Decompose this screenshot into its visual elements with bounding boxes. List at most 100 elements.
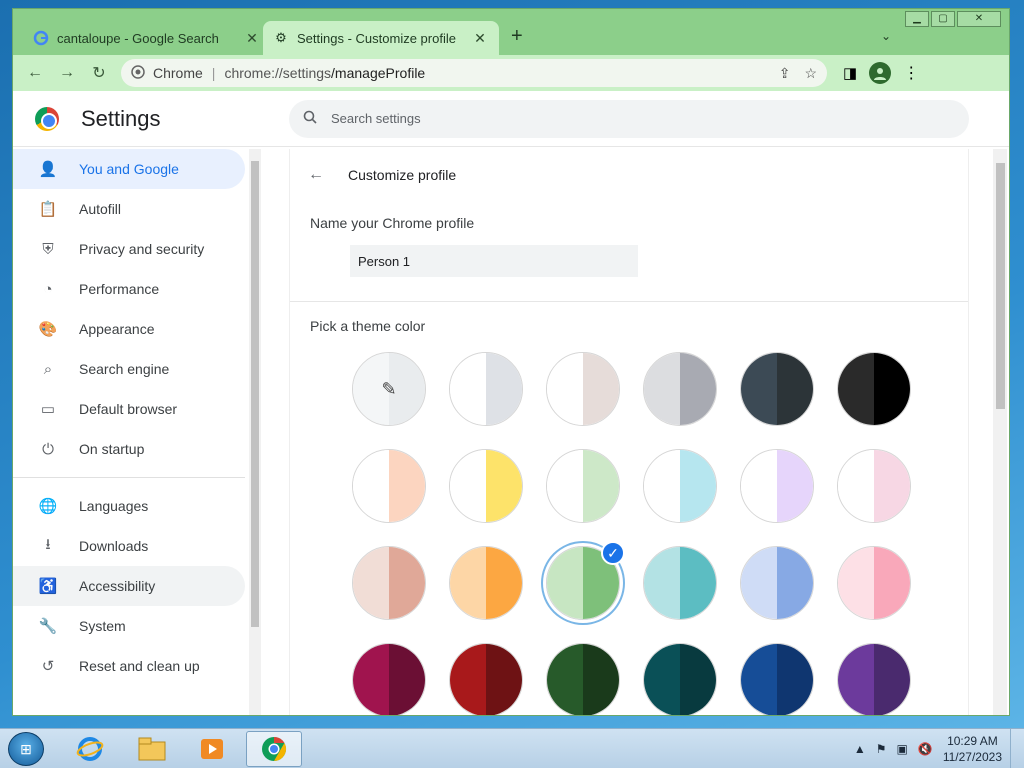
- scrollbar-thumb[interactable]: [996, 163, 1005, 409]
- sidebar-item-you-and-google[interactable]: 👤 You and Google: [13, 149, 245, 189]
- back-arrow-icon[interactable]: ←: [308, 166, 328, 184]
- sidebar-item-languages[interactable]: 🌐 Languages: [13, 486, 245, 526]
- swatch-left-half: [353, 644, 389, 715]
- theme-color-swatch[interactable]: [837, 546, 911, 620]
- theme-color-grid: ✎ ✓: [352, 352, 968, 715]
- swatch-right-half: [583, 450, 619, 522]
- swatch-right-half: [874, 547, 910, 619]
- star-icon[interactable]: ☆: [804, 65, 817, 82]
- reload-icon[interactable]: ↻: [83, 59, 115, 87]
- theme-color-swatch[interactable]: [837, 643, 911, 715]
- sidebar-item-label: Search engine: [79, 361, 170, 377]
- internet-explorer-icon[interactable]: [62, 731, 118, 767]
- eyedropper-icon: ✎: [381, 378, 397, 399]
- browser-window-icon: ▭: [40, 401, 56, 418]
- theme-color-swatch[interactable]: [643, 352, 717, 426]
- content-scrollbar[interactable]: [993, 149, 1007, 715]
- close-icon[interactable]: ✕: [471, 30, 489, 47]
- clock[interactable]: 10:29 AM 11/27/2023: [943, 733, 1002, 765]
- swatch-right-half: [874, 353, 910, 425]
- theme-color-swatch[interactable]: [352, 449, 426, 523]
- new-tab-button[interactable]: +: [511, 25, 523, 48]
- close-icon[interactable]: ✕: [243, 30, 261, 47]
- theme-color-swatch[interactable]: [643, 546, 717, 620]
- sidebar-item-label: Downloads: [79, 538, 149, 554]
- swatch-right-half: [777, 450, 813, 522]
- sidebar-item-accessibility[interactable]: ♿ Accessibility: [13, 566, 245, 606]
- swatch-right-half: [680, 644, 716, 715]
- scrollbar-thumb[interactable]: [251, 161, 259, 627]
- theme-color-swatch[interactable]: [643, 449, 717, 523]
- theme-color-swatch[interactable]: [352, 546, 426, 620]
- tab-settings[interactable]: ⚙ Settings - Customize profile ✕: [263, 21, 499, 55]
- sidebar-item-autofill[interactable]: 📋 Autofill: [13, 189, 245, 229]
- theme-color-swatch[interactable]: ✓: [546, 541, 625, 620]
- subpage-title: Customize profile: [348, 167, 457, 183]
- swatch-right-half: [874, 450, 910, 522]
- theme-color-swatch[interactable]: [837, 449, 911, 523]
- theme-color-swatch[interactable]: [546, 643, 620, 715]
- swatch-right-half: [389, 547, 425, 619]
- start-button[interactable]: ⊞: [8, 732, 44, 766]
- window-controls: ▁ ▢ ✕: [905, 11, 1001, 27]
- sidebar-item-reset[interactable]: ↺ Reset and clean up: [13, 646, 245, 686]
- chevron-up-icon[interactable]: ▲: [854, 742, 866, 756]
- download-icon: ⭳: [45, 535, 51, 553]
- theme-color-swatch[interactable]: [740, 643, 814, 715]
- volume-muted-icon[interactable]: 🔇: [918, 742, 933, 756]
- taskbar: ⊞ ▲ ⚑ ▣ 🔇 10:29 AM 11/27/2023: [0, 728, 1024, 768]
- sidebar-item-default-browser[interactable]: ▭ Default browser: [13, 389, 245, 429]
- theme-color-swatch[interactable]: [449, 643, 523, 715]
- profile-name-input[interactable]: Person 1: [350, 245, 638, 277]
- forward-icon[interactable]: →: [51, 59, 83, 87]
- share-icon[interactable]: ⇪: [779, 65, 791, 82]
- menu-dots-icon[interactable]: ⋮: [903, 63, 919, 83]
- chrome-icon[interactable]: [246, 731, 302, 767]
- clock-date: 11/27/2023: [942, 750, 1002, 764]
- profile-avatar[interactable]: [869, 62, 892, 84]
- chevron-down-icon[interactable]: ⌄: [881, 29, 891, 43]
- sidebar-item-performance[interactable]: ◔ Performance: [13, 269, 245, 309]
- theme-color-swatch[interactable]: [740, 546, 814, 620]
- theme-color-swatch[interactable]: [449, 546, 523, 620]
- theme-color-swatch[interactable]: [740, 449, 814, 523]
- sidebar-item-privacy[interactable]: ⛨ Privacy and security: [13, 229, 245, 269]
- theme-color-swatch[interactable]: [546, 449, 620, 523]
- theme-color-swatch[interactable]: [837, 352, 911, 426]
- sidebar-item-on-startup[interactable]: ⏻ On startup: [13, 429, 245, 469]
- sidebar-item-appearance[interactable]: 🎨 Appearance: [13, 309, 245, 349]
- file-explorer-icon[interactable]: [124, 731, 180, 767]
- network-icon[interactable]: ▣: [897, 742, 908, 756]
- theme-color-swatch[interactable]: [352, 643, 426, 715]
- search-input[interactable]: Search settings: [289, 99, 969, 138]
- maximize-icon[interactable]: ▢: [931, 11, 955, 27]
- minimize-icon[interactable]: ▁: [905, 11, 929, 27]
- media-player-icon[interactable]: [184, 731, 240, 767]
- swatch-right-half: [389, 450, 425, 522]
- sidebar-item-search-engine[interactable]: ⌕ Search engine: [13, 349, 245, 389]
- close-window-icon[interactable]: ✕: [957, 11, 1001, 27]
- custom-color-picker[interactable]: ✎: [352, 352, 426, 426]
- theme-color-swatch[interactable]: [449, 352, 523, 426]
- show-desktop-button[interactable]: [1010, 729, 1024, 768]
- action-center-icon[interactable]: ⚑: [876, 742, 887, 756]
- side-panel-icon[interactable]: ◨: [843, 64, 857, 82]
- swatch-left-half: [838, 547, 874, 619]
- swatch-right-half: [486, 353, 522, 425]
- swatch-right-half: [680, 547, 716, 619]
- sidebar-item-downloads[interactable]: ⭳ Downloads: [13, 526, 245, 566]
- swatch-left-half: [838, 644, 874, 715]
- theme-color-swatch[interactable]: [740, 352, 814, 426]
- theme-color-swatch[interactable]: [546, 352, 620, 426]
- theme-color-swatch[interactable]: [449, 449, 523, 523]
- theme-color-swatch[interactable]: [643, 643, 717, 715]
- address-bar[interactable]: Chrome | chrome://settings /manageProfil…: [121, 59, 827, 87]
- sidebar-scrollbar[interactable]: [249, 149, 261, 715]
- sidebar-item-label: Default browser: [79, 401, 178, 417]
- tab-title: cantaloupe - Google Search: [57, 30, 219, 46]
- swatch-right-half: [389, 644, 425, 715]
- swatch-left-half: [353, 450, 389, 522]
- tab-google-search[interactable]: cantaloupe - Google Search ✕: [23, 21, 271, 55]
- sidebar-item-system[interactable]: 🔧 System: [13, 606, 245, 646]
- back-icon[interactable]: ←: [19, 59, 51, 87]
